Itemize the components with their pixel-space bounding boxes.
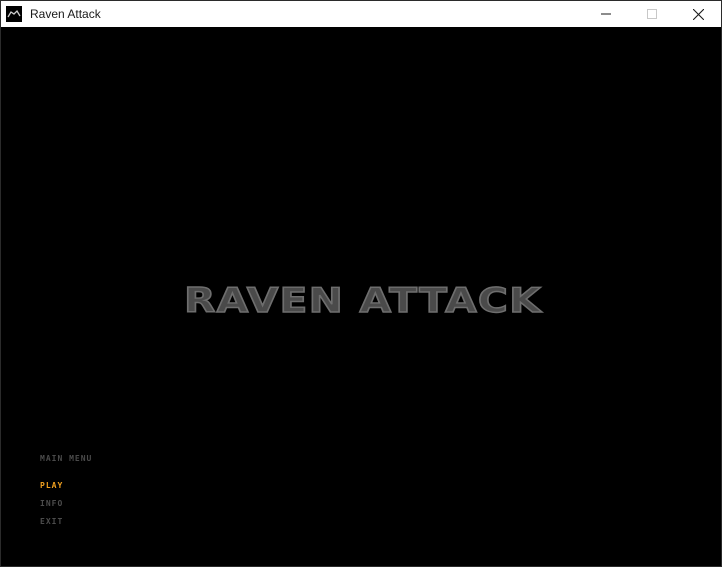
close-button[interactable] <box>675 1 721 27</box>
window-controls <box>583 1 721 27</box>
maximize-icon <box>647 9 657 19</box>
menu-heading: MAIN MENU <box>40 454 93 463</box>
menu-item-info[interactable]: INFO <box>40 499 63 508</box>
maximize-button[interactable] <box>629 1 675 27</box>
game-canvas[interactable]: RAVEN ATTACK MAIN MENU PLAY INFO EXIT <box>1 27 721 566</box>
close-icon <box>692 8 704 20</box>
menu-item-play[interactable]: PLAY <box>40 481 63 490</box>
menu-item-exit[interactable]: EXIT <box>40 517 63 526</box>
window-title: Raven Attack <box>30 7 101 21</box>
game-logo: RAVEN ATTACK <box>183 280 543 317</box>
logo-text: RAVEN ATTACK <box>184 281 543 317</box>
minimize-button[interactable] <box>583 1 629 27</box>
minimize-icon <box>601 13 611 15</box>
raven-app-icon <box>6 6 22 22</box>
game-window: Raven Attack RAVEN ATTACK MAIN MENU PLAY… <box>0 0 722 567</box>
title-bar[interactable]: Raven Attack <box>1 1 721 27</box>
